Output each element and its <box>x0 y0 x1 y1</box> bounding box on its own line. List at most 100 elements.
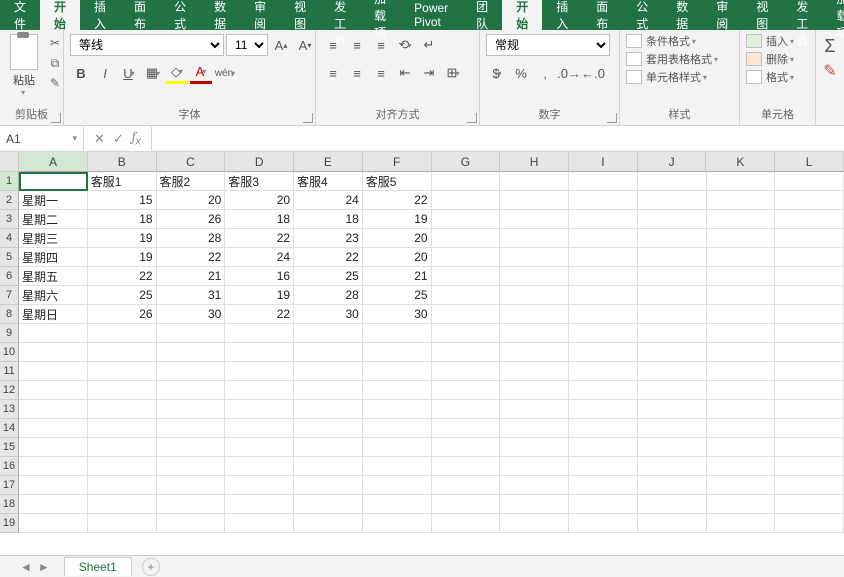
cell[interactable] <box>775 305 844 324</box>
cell[interactable] <box>225 343 294 362</box>
cell[interactable] <box>775 476 844 495</box>
align-bottom-button[interactable]: ≡ <box>370 34 392 56</box>
cell[interactable]: 21 <box>157 267 226 286</box>
cell[interactable] <box>500 172 569 191</box>
col-header-F[interactable]: F <box>363 152 432 172</box>
cell[interactable] <box>707 267 776 286</box>
row-header[interactable]: 12 <box>0 381 19 400</box>
row-header[interactable]: 17 <box>0 476 19 495</box>
cell[interactable] <box>157 495 226 514</box>
fill-color-button[interactable]: ◇▾ <box>166 62 188 84</box>
cell[interactable] <box>19 400 88 419</box>
cell[interactable] <box>775 343 844 362</box>
orientation-button[interactable]: ⟲▾ <box>394 34 416 56</box>
cell[interactable] <box>225 381 294 400</box>
cell[interactable] <box>363 362 432 381</box>
cell[interactable] <box>432 419 501 438</box>
cell[interactable] <box>363 324 432 343</box>
cell[interactable] <box>707 381 776 400</box>
cell[interactable] <box>88 362 157 381</box>
cell[interactable] <box>500 362 569 381</box>
cell[interactable] <box>638 248 707 267</box>
cell[interactable] <box>19 172 88 191</box>
cell[interactable] <box>500 419 569 438</box>
cell[interactable] <box>638 343 707 362</box>
cell[interactable] <box>294 419 363 438</box>
cell[interactable] <box>363 457 432 476</box>
cell[interactable] <box>500 476 569 495</box>
cell[interactable] <box>569 172 638 191</box>
col-header-J[interactable]: J <box>638 152 707 172</box>
cell[interactable]: 22 <box>225 229 294 248</box>
cell[interactable]: 22 <box>157 248 226 267</box>
cell[interactable] <box>569 400 638 419</box>
cell[interactable] <box>363 476 432 495</box>
cell[interactable]: 22 <box>88 267 157 286</box>
decrease-font-button[interactable]: A▾ <box>294 34 316 56</box>
cell[interactable]: 28 <box>157 229 226 248</box>
fx-icon[interactable]: fx <box>132 130 141 148</box>
formula-input[interactable] <box>152 126 844 151</box>
cell[interactable] <box>157 514 226 533</box>
cell[interactable] <box>88 381 157 400</box>
cell[interactable] <box>775 381 844 400</box>
cell[interactable] <box>707 514 776 533</box>
cell[interactable] <box>638 419 707 438</box>
insert-cells-button[interactable]: 插入▾ <box>742 32 798 50</box>
cell[interactable]: 客服1 <box>88 172 157 191</box>
cell[interactable] <box>19 324 88 343</box>
cell[interactable] <box>500 400 569 419</box>
cell[interactable]: 19 <box>88 248 157 267</box>
cell[interactable] <box>432 210 501 229</box>
number-format-select[interactable]: 常规 <box>486 34 610 56</box>
cell[interactable] <box>363 381 432 400</box>
cell[interactable] <box>775 229 844 248</box>
row-header[interactable]: 10 <box>0 343 19 362</box>
cell[interactable] <box>500 286 569 305</box>
cell[interactable] <box>363 514 432 533</box>
cell[interactable] <box>569 495 638 514</box>
enter-formula-button[interactable]: ✓ <box>113 131 124 147</box>
cell[interactable]: 星期五 <box>19 267 88 286</box>
comma-button[interactable]: , <box>534 62 556 84</box>
sheet-tab-active[interactable]: Sheet1 <box>64 557 132 576</box>
conditional-format-button[interactable]: 条件格式▾ <box>622 32 700 50</box>
cell[interactable] <box>157 419 226 438</box>
cell[interactable] <box>707 362 776 381</box>
cell[interactable] <box>638 210 707 229</box>
cell[interactable]: 19 <box>363 210 432 229</box>
tab-公式[interactable]: 公式 <box>160 0 200 30</box>
cell[interactable]: 31 <box>157 286 226 305</box>
cell[interactable] <box>500 248 569 267</box>
cell[interactable] <box>775 286 844 305</box>
cell[interactable] <box>775 495 844 514</box>
cell[interactable] <box>638 286 707 305</box>
underline-button[interactable]: U▾ <box>118 62 140 84</box>
cell[interactable] <box>294 343 363 362</box>
cell[interactable] <box>569 191 638 210</box>
decrease-decimal-button[interactable]: ←.0 <box>582 62 604 84</box>
cell[interactable] <box>225 362 294 381</box>
cell[interactable] <box>500 514 569 533</box>
cell[interactable] <box>19 514 88 533</box>
cell[interactable] <box>19 438 88 457</box>
cell[interactable] <box>569 476 638 495</box>
align-top-button[interactable]: ≡ <box>322 34 344 56</box>
cell[interactable] <box>500 457 569 476</box>
cell[interactable] <box>500 438 569 457</box>
cell[interactable] <box>432 495 501 514</box>
cell[interactable] <box>500 324 569 343</box>
cell[interactable] <box>707 343 776 362</box>
cell[interactable] <box>432 191 501 210</box>
cell[interactable] <box>363 343 432 362</box>
wrap-text-button[interactable]: ↵ <box>418 34 440 56</box>
cell[interactable] <box>707 457 776 476</box>
cell[interactable] <box>432 457 501 476</box>
cell[interactable] <box>638 305 707 324</box>
cell[interactable] <box>707 495 776 514</box>
cell[interactable] <box>775 438 844 457</box>
cell[interactable] <box>569 362 638 381</box>
cell[interactable] <box>19 381 88 400</box>
col-header-K[interactable]: K <box>706 152 775 172</box>
name-box[interactable]: A1 ▾ <box>0 126 84 151</box>
